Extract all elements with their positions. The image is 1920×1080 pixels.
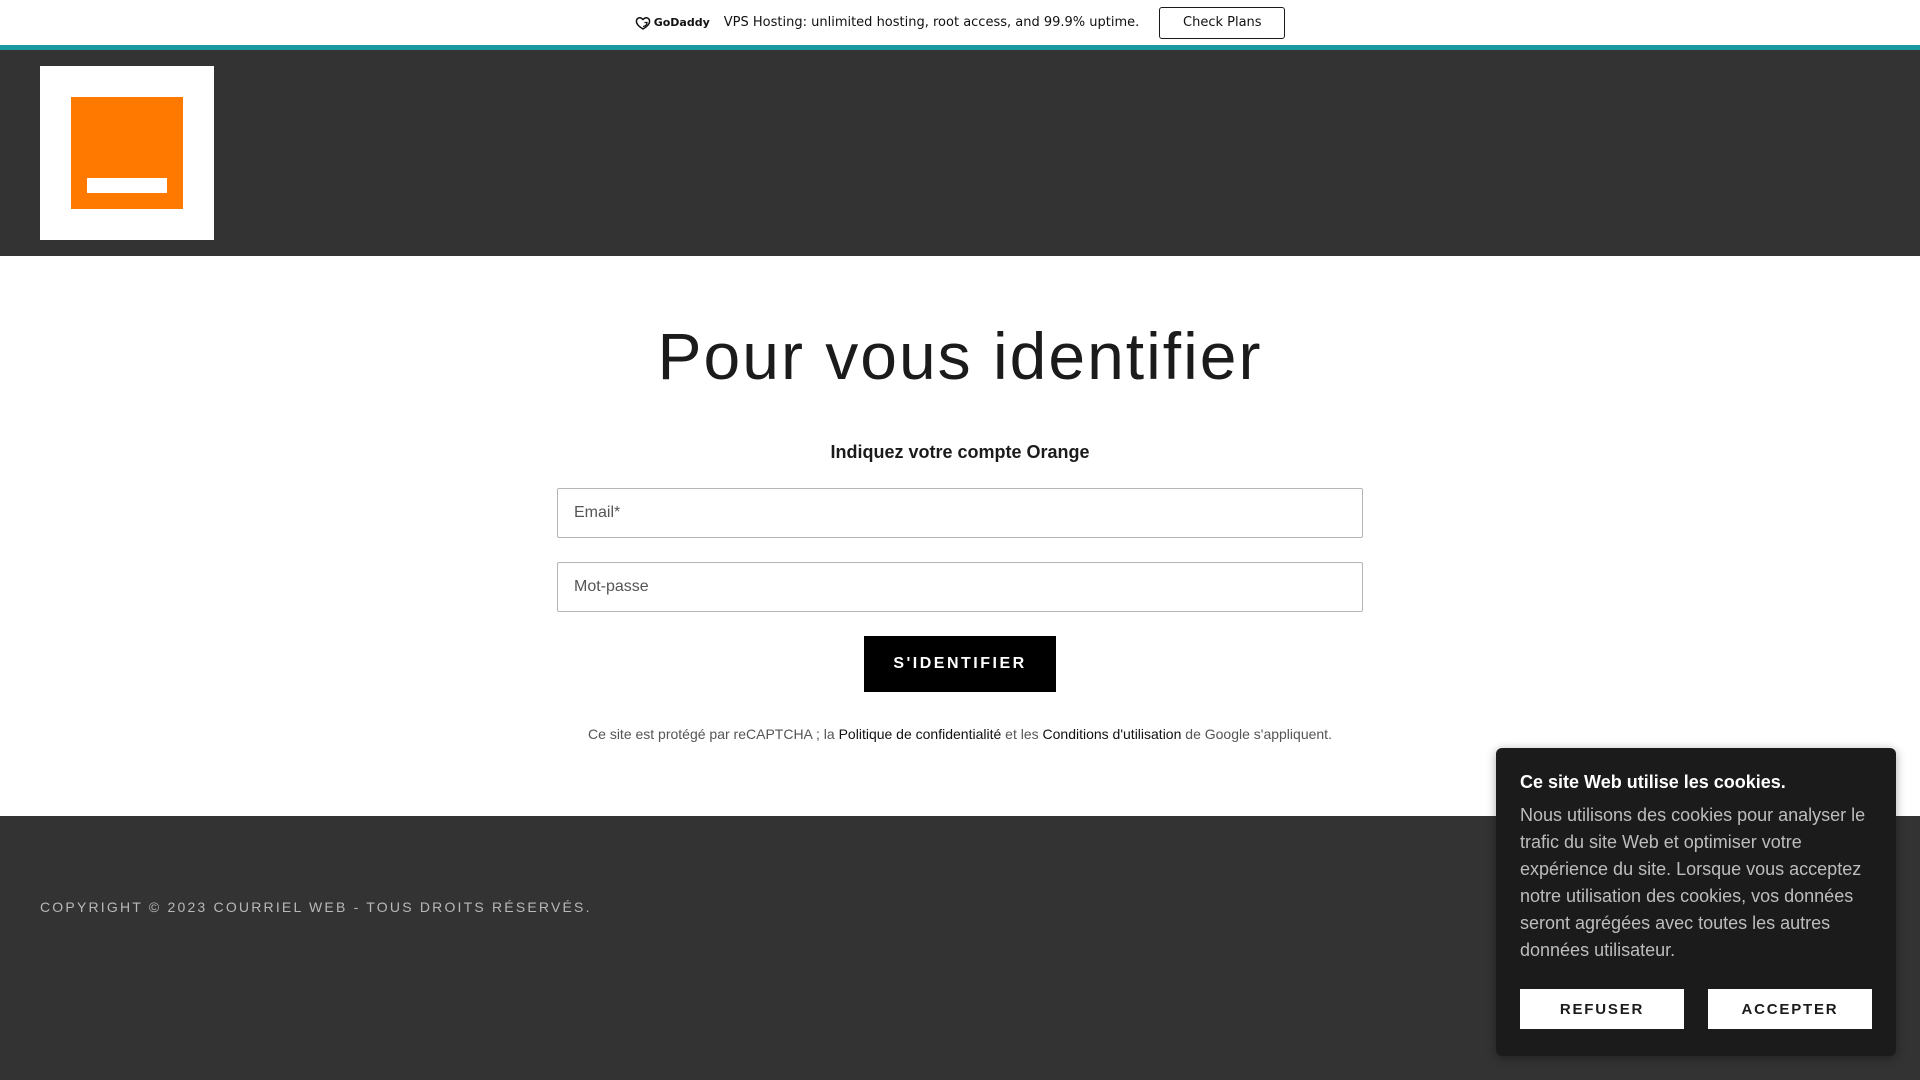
password-field[interactable]: [557, 562, 1363, 612]
promo-bar: GoDaddy VPS Hosting: unlimited hosting, …: [0, 0, 1920, 45]
godaddy-logo-icon: [635, 16, 651, 30]
form-subtitle: Indiquez votre compte Orange: [830, 442, 1090, 462]
legal-mid: et les: [1001, 726, 1043, 742]
privacy-policy-link[interactable]: Politique de confidentialité: [839, 726, 1002, 742]
check-plans-button[interactable]: Check Plans: [1159, 6, 1286, 39]
godaddy-brand-text: GoDaddy: [653, 16, 710, 29]
recaptcha-notice: Ce site est protégé par reCAPTCHA ; la P…: [0, 726, 1920, 742]
legal-suffix: de Google s'appliquent.: [1181, 726, 1332, 742]
cookie-banner: Ce site Web utilise les cookies. Nous ut…: [1496, 748, 1896, 1056]
cookie-text: Nous utilisons des cookies pour analyser…: [1520, 805, 1866, 960]
promo-text: VPS Hosting: unlimited hosting, root acc…: [723, 15, 1140, 30]
site-header: [0, 50, 1920, 256]
page-title: Pour vous identifier: [657, 319, 1263, 393]
orange-logo-bar: [87, 178, 167, 193]
accept-cookies-button[interactable]: ACCEPTER: [1708, 989, 1872, 1029]
godaddy-logo: GoDaddy: [635, 16, 710, 30]
login-section: Pour vous identifier Indiquez votre comp…: [0, 256, 1920, 816]
refuse-cookies-button[interactable]: REFUSER: [1520, 989, 1684, 1029]
copyright-text: COPYRIGHT © 2023 COURRIEL WEB - TOUS DRO…: [40, 899, 592, 915]
cookie-title: Ce site Web utilise les cookies.: [1520, 772, 1786, 792]
terms-link[interactable]: Conditions d'utilisation: [1043, 726, 1182, 742]
legal-prefix: Ce site est protégé par reCAPTCHA ; la: [588, 726, 839, 742]
orange-logo[interactable]: [40, 66, 214, 240]
login-button[interactable]: S'IDENTIFIER: [864, 636, 1056, 692]
email-field[interactable]: [557, 488, 1363, 538]
orange-logo-square: [71, 97, 183, 209]
